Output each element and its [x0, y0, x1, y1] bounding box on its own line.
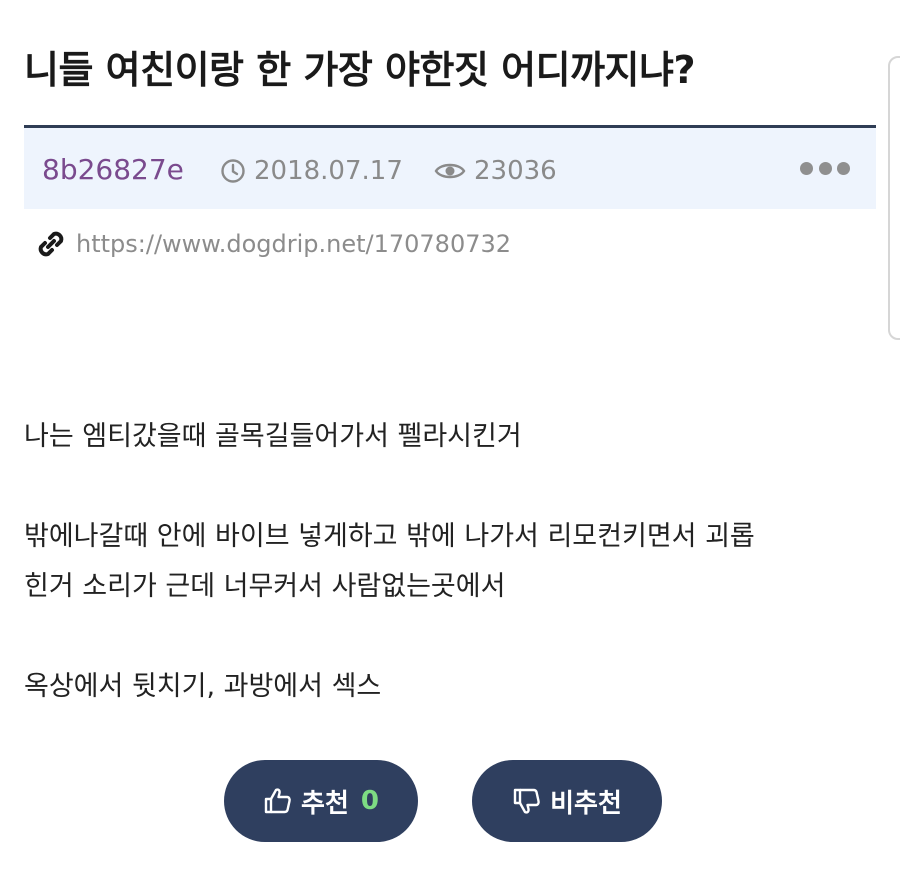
downvote-button[interactable]: 비추천 [472, 760, 662, 842]
post-url-link[interactable]: https://www.dogdrip.net/170780732 [76, 227, 511, 261]
eye-icon [434, 163, 466, 179]
post-url-row: https://www.dogdrip.net/170780732 [34, 227, 511, 261]
content-paragraph: 밖에나갈때 안에 바이브 넣게하고 밖에 나가서 리모컨키면서 괴롭 [24, 521, 755, 552]
upvote-label: 추천 [301, 788, 349, 819]
upvote-button[interactable]: 추천 0 [224, 760, 418, 842]
post-views-count: 23036 [474, 156, 557, 186]
post-meta-bar: 8b26827e 2018.07.17 23036 [24, 125, 876, 209]
author-name[interactable]: 8b26827e [42, 152, 184, 188]
post-date: 2018.07.17 [220, 154, 403, 188]
post-title: 니들 여친이랑 한 가장 야한짓 어디까지냐? [24, 48, 696, 92]
more-dots-icon [818, 161, 832, 175]
scroll-indicator[interactable] [888, 56, 900, 340]
content-paragraph: 힌거 소리가 근데 너무커서 사람없는곳에서 [24, 571, 506, 602]
link-icon [38, 231, 64, 257]
downvote-label: 비추천 [550, 788, 622, 819]
clock-icon [221, 159, 245, 183]
post-views: 23036 [434, 154, 557, 188]
more-options-button[interactable] [800, 158, 850, 178]
content-paragraph: 옥상에서 뒷치기, 과방에서 섹스 [24, 671, 382, 702]
content-paragraph: 나는 엠티갔을때 골목길들어가서 펠라시킨거 [24, 421, 522, 452]
thumbs-up-icon [264, 788, 291, 814]
post-date-text: 2018.07.17 [254, 156, 403, 186]
post-content: 나는 엠티갔을때 골목길들어가서 펠라시킨거 밖에나갈때 안에 바이브 넣게하고… [24, 412, 884, 762]
upvote-count: 0 [360, 786, 379, 816]
more-dots-icon [800, 161, 813, 175]
thumbs-down-icon [513, 788, 540, 814]
more-dots-icon [837, 161, 850, 175]
